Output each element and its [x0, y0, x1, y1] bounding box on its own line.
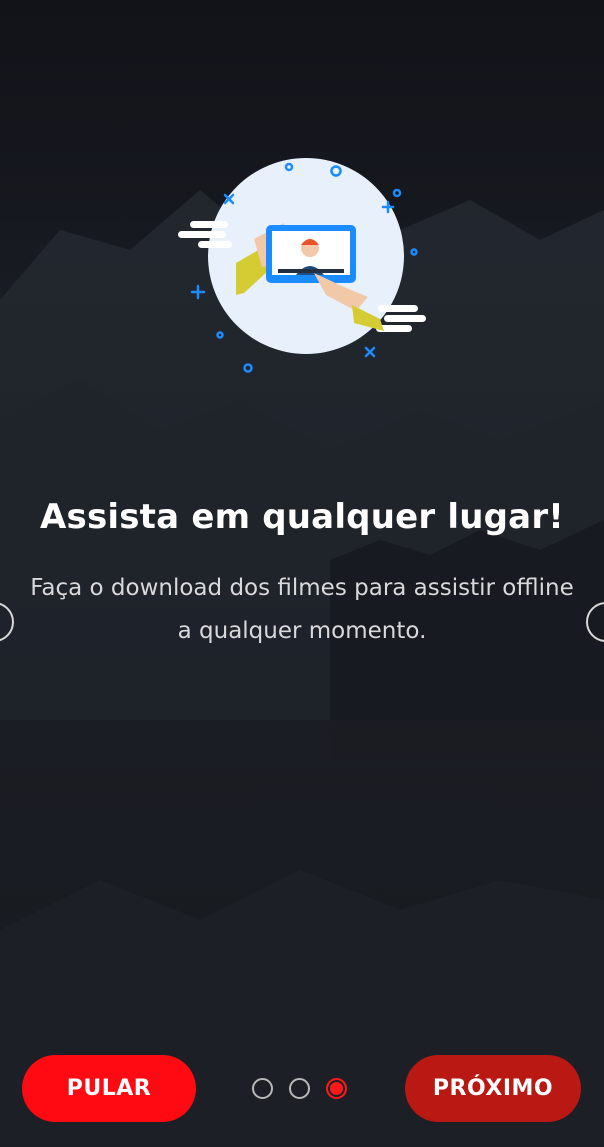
tablet-video-illustration — [178, 158, 426, 373]
page-dot-1[interactable] — [252, 1078, 273, 1099]
skip-button[interactable]: PULAR — [22, 1055, 196, 1122]
page-dot-2[interactable] — [289, 1078, 310, 1099]
page-indicator — [252, 1078, 347, 1100]
onboarding-subtitle: Faça o download dos filmes para assistir… — [30, 575, 574, 644]
next-button[interactable]: PRÓXIMO — [405, 1055, 581, 1122]
onboarding-screen: Assista em qualquer lugar! Faça o downlo… — [0, 0, 604, 1147]
onboarding-title: Assista em qualquer lugar! — [40, 497, 564, 537]
page-dot-3-active[interactable] — [326, 1078, 347, 1099]
